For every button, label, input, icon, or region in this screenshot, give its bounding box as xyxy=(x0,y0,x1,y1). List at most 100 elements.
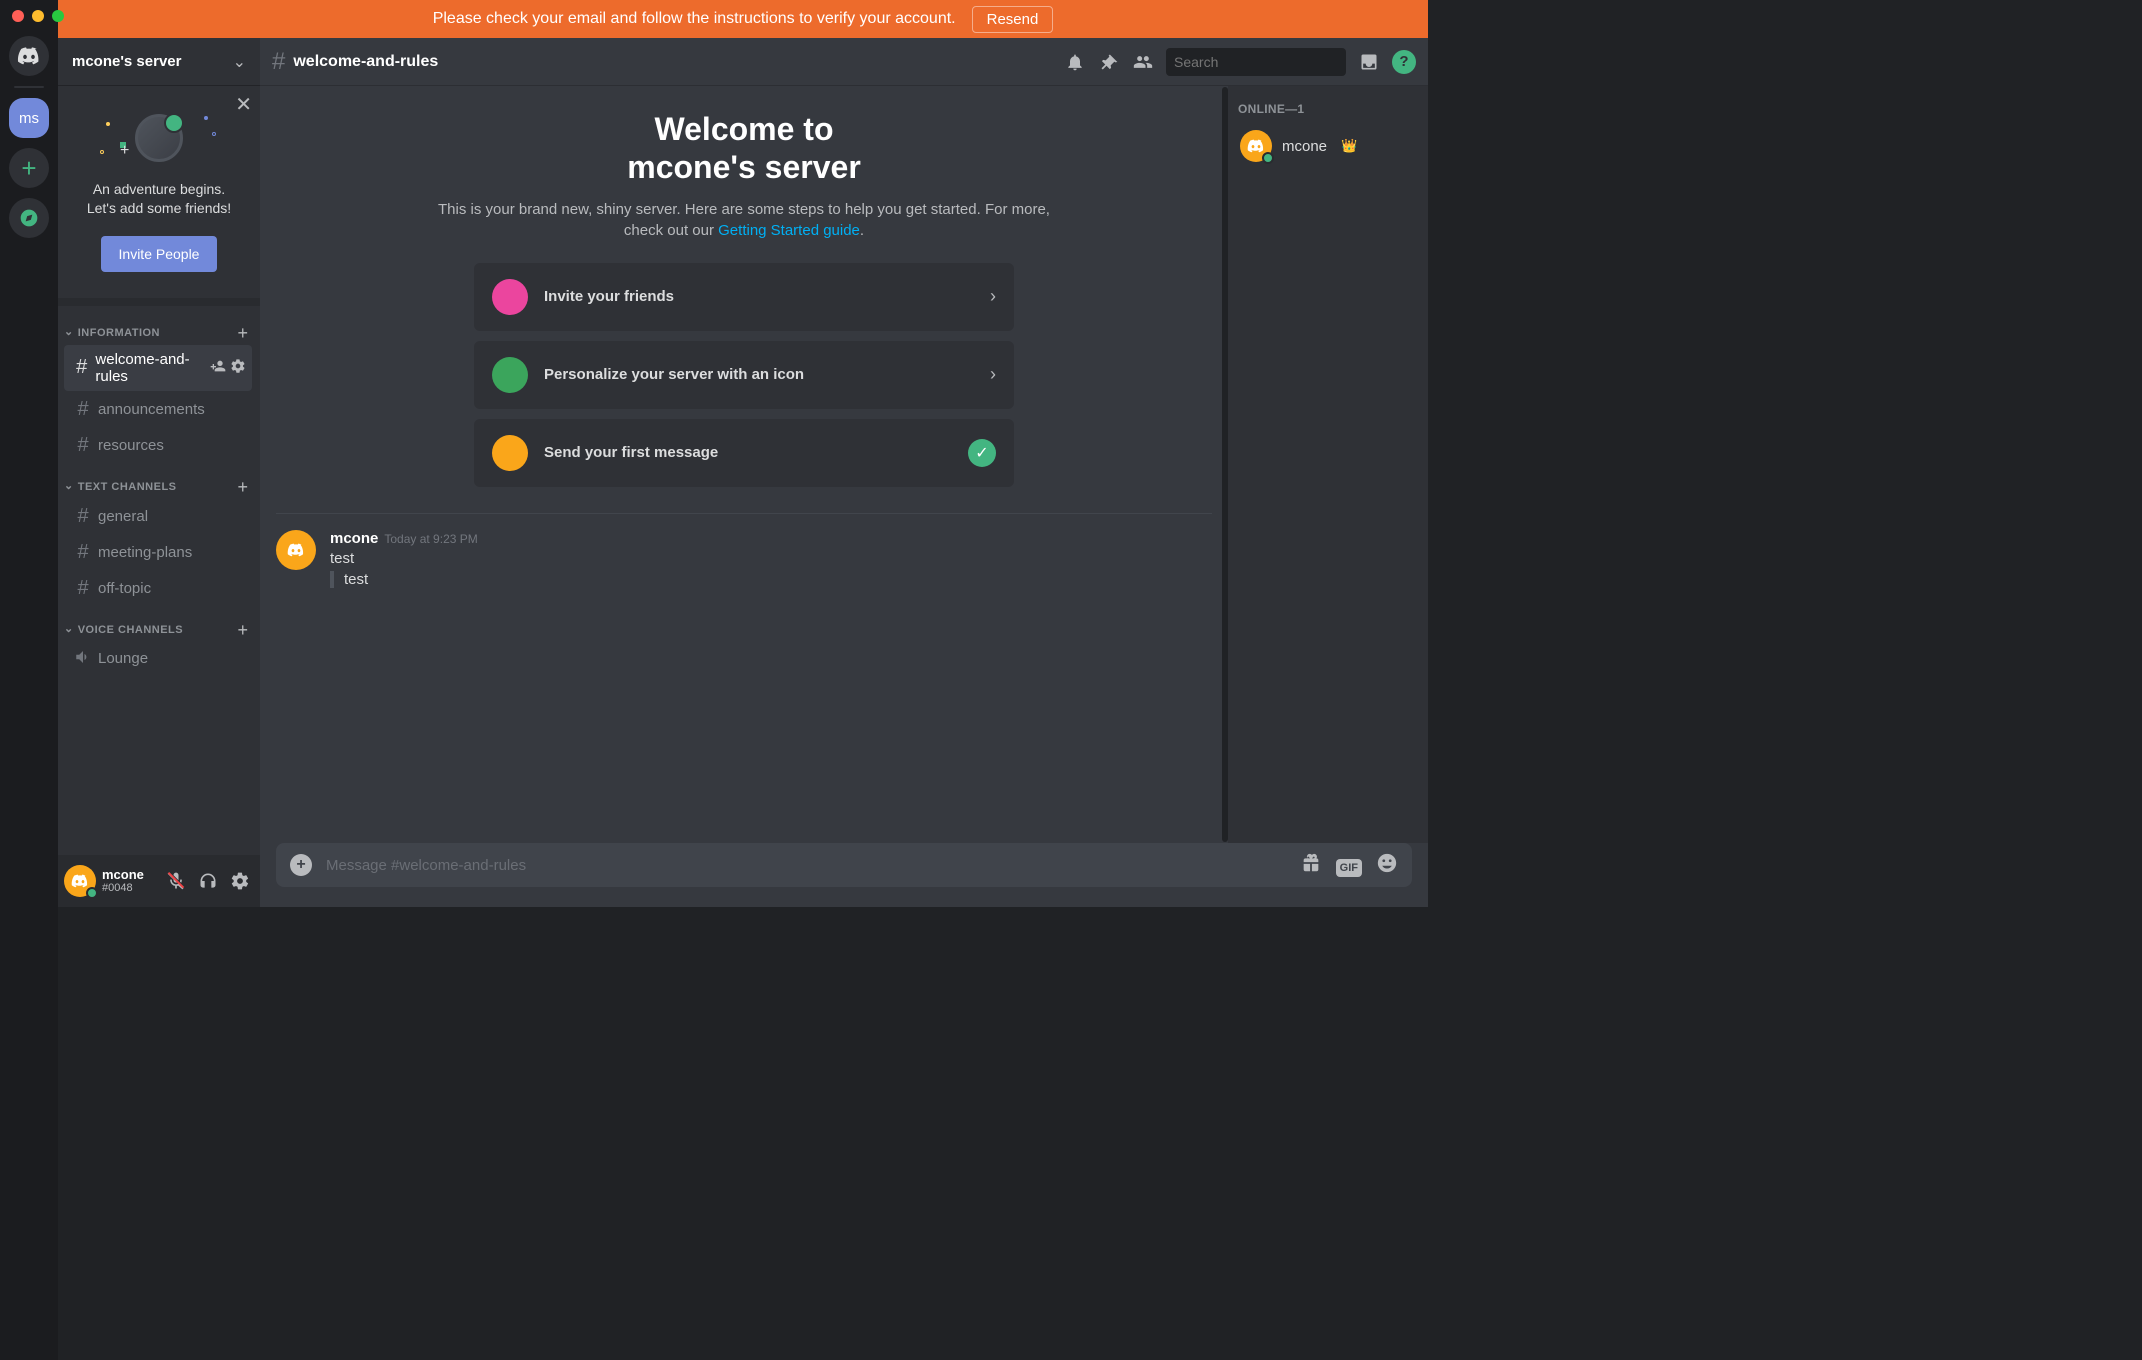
text-channel-welcome-and-rules[interactable]: # welcome-and-rules xyxy=(64,345,252,391)
pinned-messages-button[interactable] xyxy=(1092,52,1126,72)
hash-icon: # xyxy=(74,577,92,600)
category-label[interactable]: TEXT CHANNELS xyxy=(64,480,177,493)
message-composer[interactable]: + GIF xyxy=(276,843,1412,887)
welcome-card[interactable]: Personalize your server with an icon› xyxy=(474,341,1014,409)
notifications-button[interactable] xyxy=(1058,52,1092,72)
hash-icon: # xyxy=(74,356,89,379)
getting-started-link[interactable]: Getting Started guide xyxy=(718,222,860,239)
welcome-card[interactable]: Send your first message✓ xyxy=(474,419,1014,487)
card-label: Send your first message xyxy=(544,444,952,461)
bell-icon xyxy=(1065,52,1085,72)
text-channel-general[interactable]: #general xyxy=(64,499,252,534)
message[interactable]: mconeToday at 9:23 PMtesttest xyxy=(276,526,1212,602)
headphones-icon xyxy=(198,871,218,891)
verify-email-notice: Please check your email and follow the i… xyxy=(58,0,1428,38)
main-column: # welcome-and-rules ? Welcome to mcone's… xyxy=(260,38,1428,907)
server-owner-icon: 👑 xyxy=(1341,138,1357,154)
deafen-button[interactable] xyxy=(194,867,222,895)
search-box[interactable] xyxy=(1166,48,1346,76)
category-header[interactable]: TEXT CHANNELS + xyxy=(60,464,256,498)
minimize-window-dot[interactable] xyxy=(32,10,44,22)
category-header[interactable]: VOICE CHANNELS + xyxy=(60,607,256,641)
category-label[interactable]: VOICE CHANNELS xyxy=(64,623,183,636)
chevron-right-icon: › xyxy=(990,286,996,307)
self-avatar[interactable] xyxy=(64,865,96,897)
onboarding-cards: Invite your friends› Personalize your ser… xyxy=(474,263,1014,487)
onboarding-art: + xyxy=(72,108,246,168)
text-channel-meeting-plans[interactable]: #meeting-plans xyxy=(64,535,252,570)
pin-icon xyxy=(1099,52,1119,72)
gift-icon xyxy=(1300,852,1322,874)
window-traffic-lights xyxy=(12,10,64,22)
create-channel-button[interactable]: + xyxy=(237,324,248,342)
channel-title: welcome-and-rules xyxy=(293,53,438,71)
server-rail: ms + xyxy=(0,0,58,1360)
card-icon xyxy=(492,435,528,471)
voice-channel-Lounge[interactable]: Lounge xyxy=(64,642,252,676)
user-settings-button[interactable] xyxy=(226,867,254,895)
avatar-placeholder-icon xyxy=(135,114,183,162)
attach-button[interactable]: + xyxy=(290,854,312,876)
help-button[interactable]: ? xyxy=(1392,50,1416,74)
gif-button[interactable]: GIF xyxy=(1336,855,1362,876)
message-avatar[interactable] xyxy=(276,530,316,570)
home-button[interactable] xyxy=(9,36,49,76)
hash-icon: # xyxy=(272,48,285,76)
text-channel-off-topic[interactable]: # off-topic xyxy=(64,571,252,606)
close-window-dot[interactable] xyxy=(12,10,24,22)
member-list: ONLINE—1 mcone👑 xyxy=(1228,86,1428,843)
chevron-down-icon: ⌄ xyxy=(233,52,246,72)
user-panel: mcone #0048 xyxy=(58,855,260,907)
text-channel-announcements[interactable]: #announcements xyxy=(64,392,252,427)
status-online-icon xyxy=(1262,152,1274,164)
channel-topbar: # welcome-and-rules ? xyxy=(260,38,1428,86)
text-channel-resources[interactable]: #resources xyxy=(64,428,252,463)
scrollbar[interactable] xyxy=(1222,87,1228,842)
category-header[interactable]: INFORMATION + xyxy=(60,310,256,344)
server-name: mcone's server xyxy=(72,53,181,70)
explore-servers-button[interactable] xyxy=(9,198,49,238)
channel-name: off-topic xyxy=(98,580,151,597)
invite-icon[interactable] xyxy=(210,358,226,378)
channel-settings-icon[interactable] xyxy=(230,358,246,378)
message-input[interactable] xyxy=(326,857,1286,874)
maximize-window-dot[interactable] xyxy=(52,10,64,22)
self-tag: #0048 xyxy=(102,882,144,894)
discord-logo-icon xyxy=(17,44,41,68)
channel-name: Lounge xyxy=(98,650,148,667)
invite-people-button[interactable]: Invite People xyxy=(101,236,218,272)
add-server-button[interactable]: + xyxy=(9,148,49,188)
welcome-card[interactable]: Invite your friends› xyxy=(474,263,1014,331)
create-channel-button[interactable]: + xyxy=(237,478,248,496)
onboarding-text: An adventure begins. Let's add some frie… xyxy=(72,180,246,218)
inbox-icon xyxy=(1359,52,1379,72)
channel-list[interactable]: INFORMATION + # welcome-and-rules #announcem… xyxy=(58,306,260,855)
resend-button[interactable]: Resend xyxy=(972,6,1054,33)
server-header[interactable]: mcone's server ⌄ xyxy=(58,38,260,86)
channel-name: meeting-plans xyxy=(98,544,192,561)
mute-mic-button[interactable] xyxy=(162,867,190,895)
member-row[interactable]: mcone👑 xyxy=(1238,126,1418,166)
speaker-icon xyxy=(74,648,92,670)
gift-button[interactable] xyxy=(1300,852,1322,879)
messages-scroll[interactable]: Welcome to mcone's server This is your b… xyxy=(260,86,1228,843)
emoji-button[interactable] xyxy=(1376,852,1398,879)
search-input[interactable] xyxy=(1174,54,1355,70)
message-quote: test xyxy=(330,571,1212,588)
message-author[interactable]: mcone xyxy=(330,530,378,547)
self-identity[interactable]: mcone #0048 xyxy=(102,868,144,894)
welcome-subtitle: This is your brand new, shiny server. He… xyxy=(434,199,1054,241)
card-icon xyxy=(492,357,528,393)
channel-name: welcome-and-rules xyxy=(95,351,204,385)
people-icon xyxy=(1133,52,1153,72)
inbox-button[interactable] xyxy=(1352,52,1386,72)
self-username: mcone xyxy=(102,868,144,882)
member-avatar xyxy=(1240,130,1272,162)
server-icon-mcone[interactable]: ms xyxy=(9,98,49,138)
member-list-toggle[interactable] xyxy=(1126,52,1160,72)
channel-name: general xyxy=(98,508,148,525)
composer-row: + GIF xyxy=(260,843,1428,907)
create-channel-button[interactable]: + xyxy=(237,621,248,639)
category-label[interactable]: INFORMATION xyxy=(64,326,160,339)
message-text: test xyxy=(330,550,1212,567)
